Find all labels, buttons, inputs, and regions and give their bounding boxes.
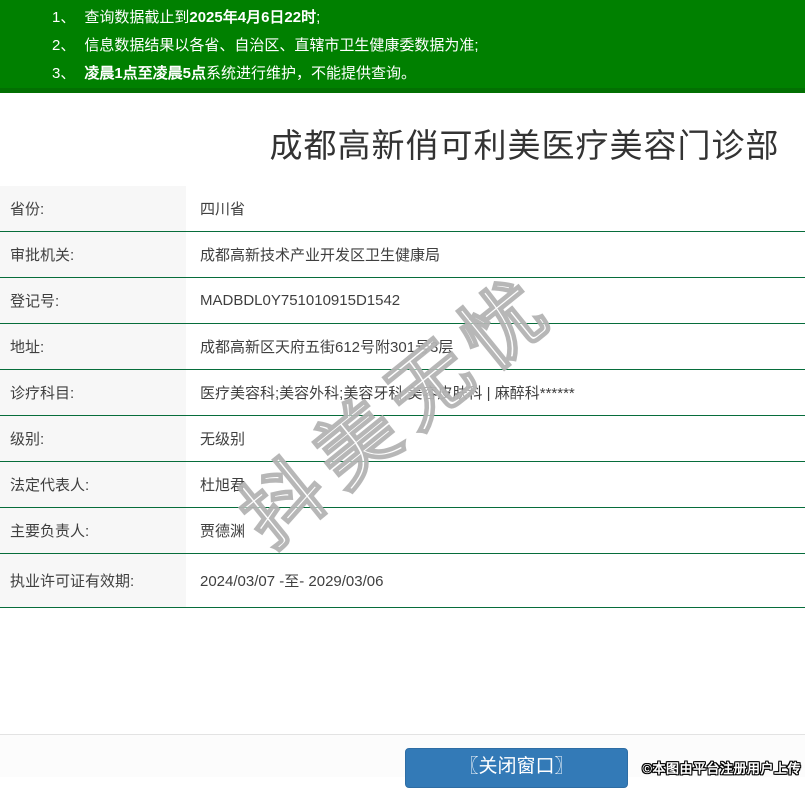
row-label: 地址:	[0, 324, 186, 369]
table-row-approval-authority: 审批机关: 成都高新技术产业开发区卫生健康局	[0, 232, 805, 278]
row-label: 级别:	[0, 416, 186, 461]
row-value: 杜旭君	[200, 477, 246, 494]
notice-number: 1、	[52, 9, 76, 26]
row-label: 登记号:	[0, 278, 186, 323]
row-label: 省份:	[0, 186, 186, 231]
row-value: 2024/03/07 -至- 2029/03/06	[200, 573, 384, 590]
table-row-principal: 主要负责人: 贾德渊	[0, 508, 805, 554]
table-row-address: 地址: 成都高新区天府五街612号附301号3层	[0, 324, 805, 370]
title-area: 成都高新俏可利美医疗美容门诊部	[0, 93, 805, 186]
row-value: 四川省	[200, 201, 246, 218]
table-row-province: 省份: 四川省	[0, 186, 805, 232]
table-row-level: 级别: 无级别	[0, 416, 805, 462]
row-label: 审批机关:	[0, 232, 186, 277]
table-row-medical-subjects: 诊疗科目: 医疗美容科;美容外科;美容牙科;美容皮肤科 | 麻醉科******	[0, 370, 805, 416]
notice-line-3: 3、 凌晨1点至凌晨5点系统进行维护，不能提供查询。	[52, 60, 795, 88]
row-value: 医疗美容科;美容外科;美容牙科;美容皮肤科 | 麻醉科******	[200, 385, 575, 402]
medical-institution-query-page: 1、 查询数据截止到2025年4月6日22时; 2、 信息数据结果以各省、自治区、直…	[0, 0, 805, 788]
institution-info-table: 省份: 四川省 审批机关: 成都高新技术产业开发区卫生健康局 登记号: MADB…	[0, 186, 805, 608]
notice-suffix: ;	[316, 9, 321, 26]
page-title: 成都高新俏可利美医疗美容门诊部	[269, 127, 780, 164]
notice-banner: 1、 查询数据截止到2025年4月6日22时; 2、 信息数据结果以各省、自治区、直…	[0, 0, 805, 93]
row-value: 成都高新技术产业开发区卫生健康局	[200, 247, 441, 264]
row-value: 贾德渊	[200, 523, 246, 540]
notice-bold-text: 凌晨1点至凌晨5点	[84, 65, 207, 82]
table-row-legal-representative: 法定代表人: 杜旭君	[0, 462, 805, 508]
notice-number: 3、	[52, 65, 76, 82]
notice-line-1: 1、 查询数据截止到2025年4月6日22时;	[52, 4, 795, 32]
row-label: 主要负责人:	[0, 508, 186, 553]
row-label: 诊疗科目:	[0, 370, 186, 415]
row-label: 执业许可证有效期:	[0, 554, 186, 607]
row-value: 无级别	[200, 431, 246, 448]
row-value: MADBDL0Y751010915D1542	[200, 292, 401, 309]
notice-number: 2、	[52, 37, 76, 54]
upload-disclaimer-note: ©本图由平台注册用户上传	[642, 761, 801, 776]
notice-text: 查询数据截止到	[84, 9, 190, 26]
table-row-registration-number: 登记号: MADBDL0Y751010915D1542	[0, 278, 805, 324]
table-row-license-validity: 执业许可证有效期: 2024/03/07 -至- 2029/03/06	[0, 554, 805, 608]
notice-text: 信息数据结果以各省、自治区、直辖市卫生健康委数据为准;	[84, 37, 479, 54]
close-window-button[interactable]: 〖关闭窗口〗	[405, 748, 628, 788]
notice-suffix: 系统进行维护，不能提供查询。	[206, 65, 417, 82]
notice-bold-text: 2025年4月6日22时	[189, 9, 317, 26]
row-value: 成都高新区天府五街612号附301号3层	[200, 339, 454, 356]
notice-line-2: 2、 信息数据结果以各省、自治区、直辖市卫生健康委数据为准;	[52, 32, 795, 60]
footer-bar: 〖关闭窗口〗 ©本图由平台注册用户上传	[0, 734, 805, 788]
row-label: 法定代表人:	[0, 462, 186, 507]
